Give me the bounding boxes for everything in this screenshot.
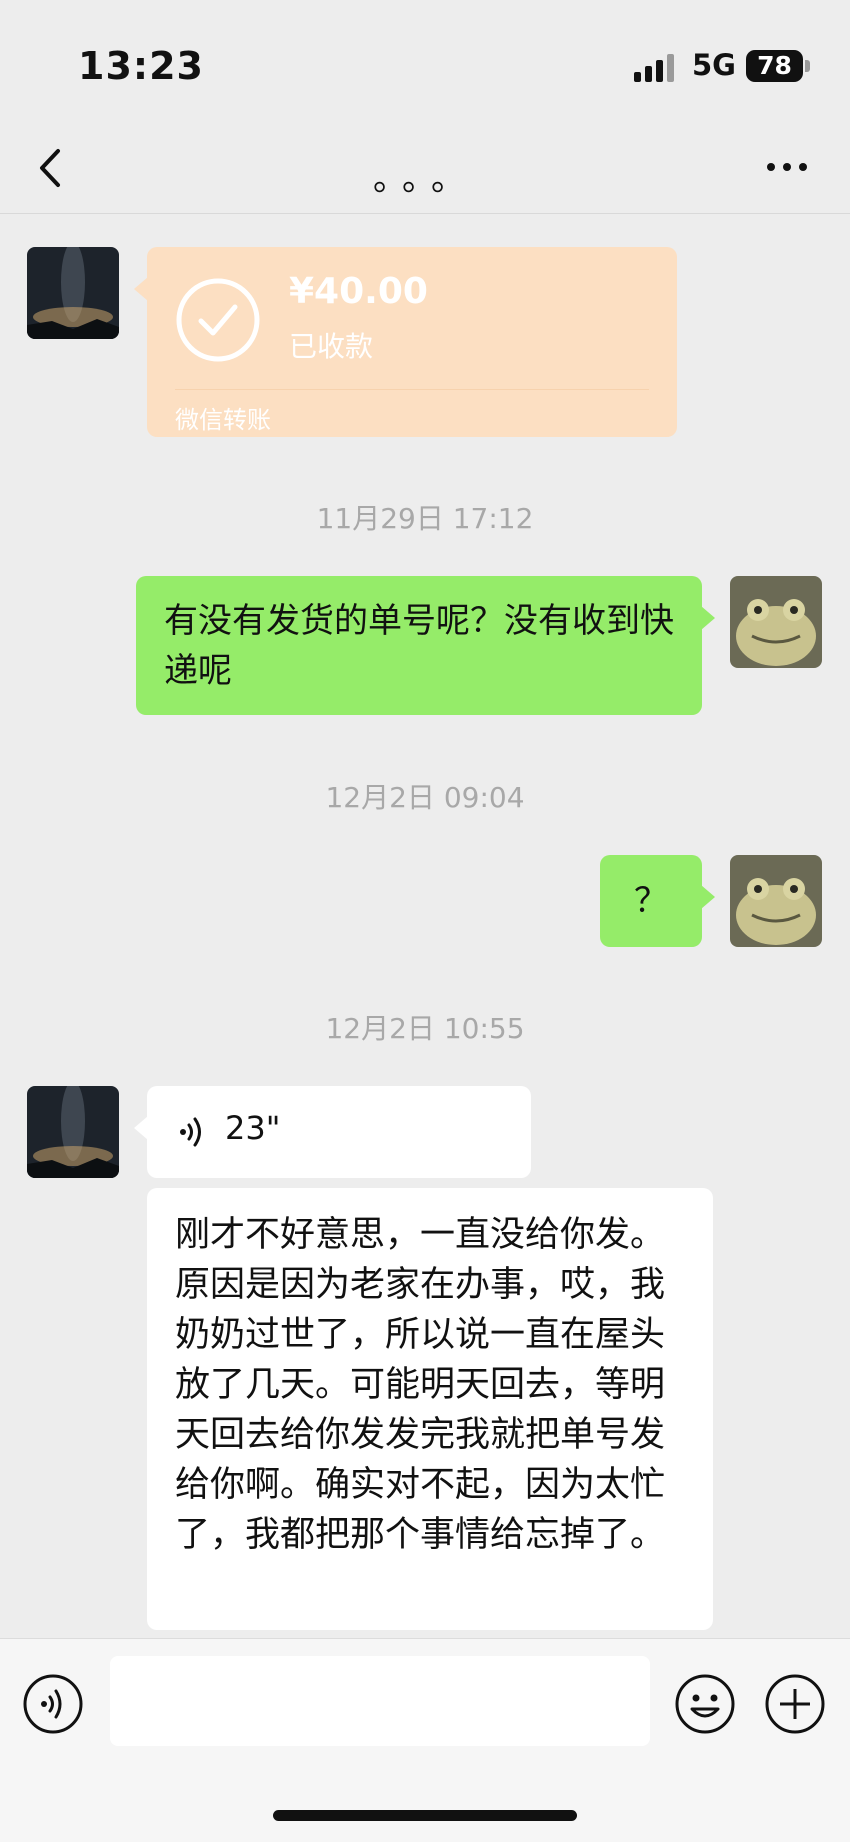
- outgoing-message[interactable]: ？: [600, 855, 715, 947]
- check-circle-icon: [176, 278, 260, 362]
- status-bar: 13:23 5G 78: [0, 0, 850, 125]
- network-label: 5G: [692, 48, 736, 82]
- signal-icon: [634, 52, 678, 82]
- message-input[interactable]: [110, 1656, 650, 1746]
- timestamp: 12月2日 09:04: [325, 781, 525, 814]
- my-avatar[interactable]: [730, 855, 822, 947]
- voice-input-icon[interactable]: [22, 1673, 84, 1735]
- timestamp: 12月2日 10:55: [325, 1012, 525, 1045]
- outgoing-message[interactable]: 有没有发货的单号呢？没有收到快递呢: [136, 576, 715, 715]
- voice-wave-icon: [180, 1117, 201, 1147]
- voice-message[interactable]: 23": [134, 1086, 531, 1178]
- add-icon[interactable]: [764, 1673, 826, 1735]
- transfer-amount: ¥40.00: [289, 271, 428, 312]
- voice-duration: 23": [225, 1109, 281, 1147]
- input-bar: [0, 1638, 850, 1842]
- battery-tip: [805, 60, 810, 72]
- message-text: ？: [634, 881, 668, 921]
- incoming-message[interactable]: 刚才不好意思，一直没给你发。原因是因为老家在办事，哎，我奶奶过世了，所以说一直在…: [147, 1188, 713, 1630]
- transfer-card[interactable]: ¥40.00 已收款 微信转账: [134, 247, 677, 437]
- transfer-divider: [175, 389, 649, 390]
- more-icon[interactable]: [765, 149, 809, 185]
- battery-icon: 78: [746, 50, 803, 82]
- timestamp: 11月29日 17:12: [316, 502, 534, 535]
- status-time: 13:23: [78, 44, 204, 88]
- my-avatar[interactable]: [730, 576, 822, 668]
- message-text: 刚才不好意思，一直没给你发。原因是因为老家在办事，哎，我奶奶过世了，所以说一直在…: [175, 1215, 666, 1555]
- message-text: 有没有发货的单号呢？没有收到快递呢: [164, 601, 674, 691]
- chat-title: 。。。: [373, 159, 477, 199]
- contact-avatar[interactable]: [27, 1086, 119, 1178]
- contact-avatar[interactable]: [27, 247, 119, 339]
- transfer-brand: 微信转账: [175, 406, 271, 434]
- emoji-icon[interactable]: [674, 1673, 736, 1735]
- home-indicator: [273, 1810, 577, 1821]
- nav-bar: 。。。: [0, 125, 850, 214]
- transfer-status: 已收款: [289, 330, 374, 363]
